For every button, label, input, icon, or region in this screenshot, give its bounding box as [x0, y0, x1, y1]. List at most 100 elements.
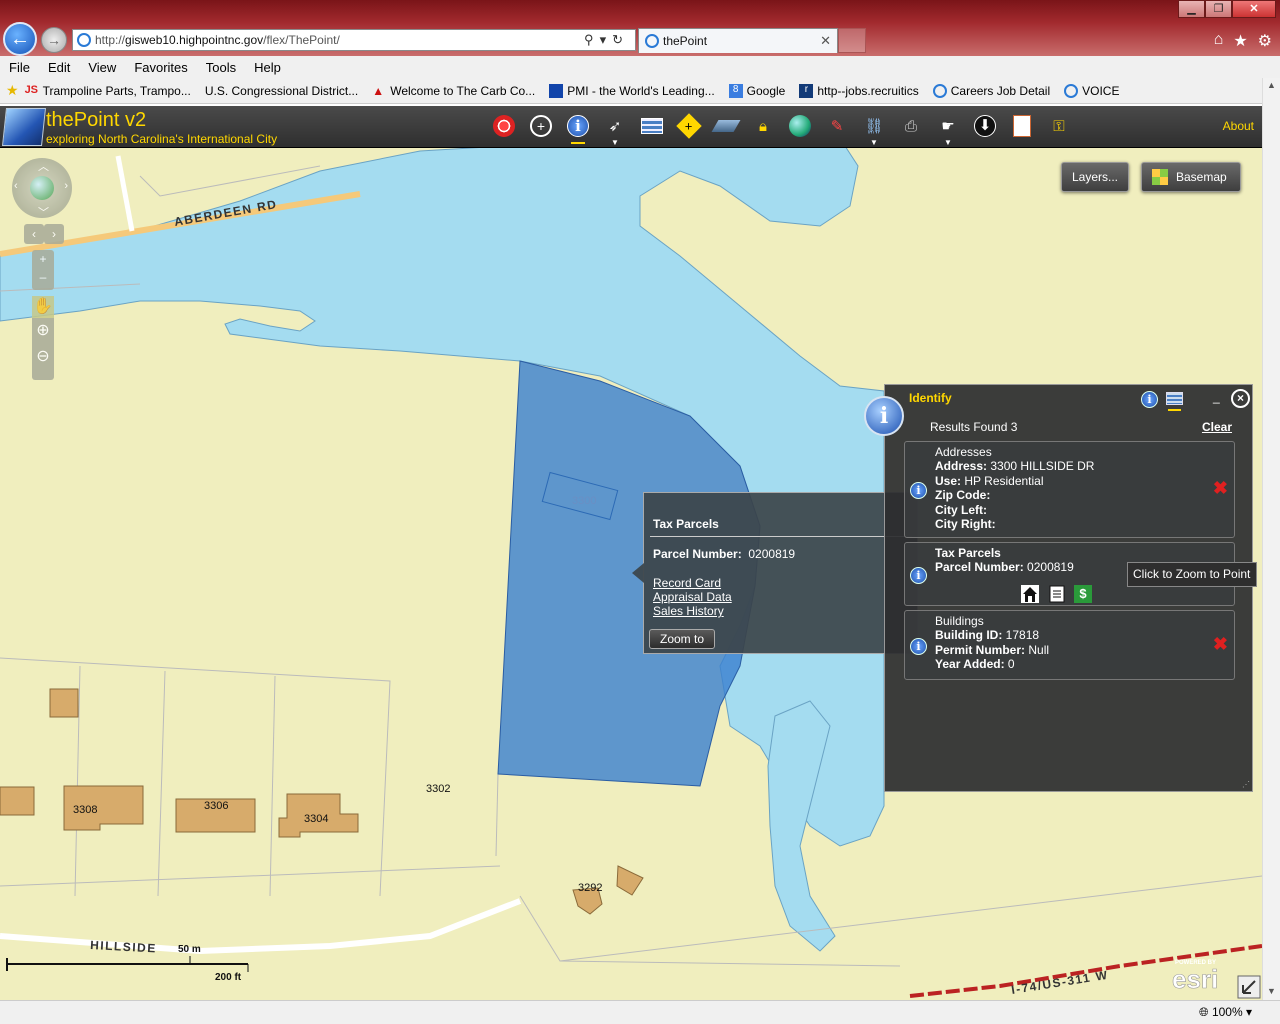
menu-file[interactable]: File — [0, 60, 39, 75]
menu-view[interactable]: View — [79, 60, 125, 75]
zoom-in-icon[interactable]: ⊕ — [32, 318, 54, 344]
sales-history-link[interactable]: Sales History — [653, 604, 732, 618]
menu-edit[interactable]: Edit — [39, 60, 79, 75]
remove-result-icon[interactable]: ✖ — [1213, 634, 1228, 655]
new-tab-button[interactable] — [838, 28, 866, 53]
hand-pointer-icon[interactable]: ☛ ▼ — [934, 112, 962, 147]
next-extent-icon[interactable]: › — [44, 224, 64, 244]
vertical-scrollbar[interactable]: ▲ ▼ — [1262, 78, 1280, 1000]
popup-pointer — [632, 563, 644, 583]
directions-icon[interactable]: + — [675, 112, 703, 140]
table-icon[interactable] — [638, 112, 666, 140]
print-icon[interactable]: ⎙ — [897, 112, 925, 140]
address-label: 3304 — [304, 813, 328, 825]
dollar-icon[interactable]: $ — [1074, 585, 1092, 603]
record-card-link[interactable]: Record Card — [653, 576, 732, 590]
download-icon[interactable]: ⬇ — [971, 112, 999, 140]
key-icon[interactable]: ⚿ — [1045, 112, 1073, 140]
lock-icon[interactable]: 🔒︎ — [749, 112, 777, 140]
favorite-link[interactable]: 8 Google — [728, 83, 785, 98]
address-actions: ⚲▾↻ — [584, 30, 629, 50]
menu-help[interactable]: Help — [245, 60, 290, 75]
layers-stack-icon[interactable] — [711, 112, 741, 140]
favorites-star-icon[interactable]: ★ — [1233, 31, 1247, 51]
favorite-link[interactable]: U.S. Congressional District... — [205, 84, 358, 98]
zoom-level[interactable]: 🌐︎ 100% ▾ — [1199, 1005, 1252, 1020]
info-icon[interactable]: i — [564, 112, 592, 144]
app-subtitle: exploring North Carolina's International… — [46, 132, 278, 146]
result-body: Addresses Address: 3300 HILLSIDE DR Use:… — [935, 445, 1095, 532]
esri-logo: esri — [1172, 964, 1218, 994]
cursor-icon[interactable]: ➶ ▼ — [601, 112, 629, 147]
minimize-icon[interactable]: _ — [1213, 390, 1220, 404]
pan-right-icon[interactable]: › — [64, 180, 68, 192]
favorite-link[interactable]: Careers Job Detail — [932, 83, 1050, 98]
pan-control[interactable]: ︿ ‹ › ﹀ — [12, 158, 72, 220]
zoom-to-button[interactable]: Zoom to — [649, 629, 716, 649]
previous-extent-icon[interactable]: ‹ — [24, 224, 44, 244]
crosshair-icon[interactable]: + — [527, 112, 555, 140]
minimize-button[interactable]: ▁ — [1178, 0, 1205, 18]
popup-links: Record Card Appraisal Data Sales History — [653, 576, 732, 618]
full-extent-globe-icon[interactable] — [30, 176, 54, 200]
pan-hand-icon[interactable]: ✋ — [32, 296, 54, 318]
about-link[interactable]: About — [1223, 119, 1254, 133]
table-icon[interactable] — [1166, 392, 1183, 411]
home-icon[interactable]: ⌂ — [1214, 31, 1224, 51]
favorite-link[interactable]: ▲ Welcome to The Carb Co... — [372, 84, 535, 98]
pan-left-icon[interactable]: ‹ — [14, 180, 18, 192]
layers-button[interactable]: Layers... — [1061, 162, 1130, 192]
close-tab-icon[interactable]: ✕ — [820, 29, 831, 53]
result-item-addresses[interactable]: i Addresses Address: 3300 HILLSIDE DR Us… — [904, 441, 1235, 538]
result-item-buildings[interactable]: i Buildings Building ID: 17818 Permit Nu… — [904, 610, 1235, 680]
house-icon[interactable] — [1021, 585, 1039, 603]
pan-up-icon[interactable]: ︿ — [38, 158, 49, 174]
link-icon[interactable]: ⛓ ▼ — [860, 112, 888, 147]
popup-divider — [650, 536, 912, 537]
target-icon[interactable] — [490, 112, 518, 140]
appraisal-data-link[interactable]: Appraisal Data — [653, 590, 732, 604]
address-label: 3306 — [204, 800, 228, 812]
info-icon[interactable]: i — [1141, 391, 1158, 408]
url-prefix: http:// — [95, 33, 126, 47]
info-icon[interactable]: i — [910, 482, 927, 499]
settings-gear-icon[interactable]: ⚙ — [1258, 31, 1272, 51]
menu-favorites[interactable]: Favorites — [125, 60, 196, 75]
refresh-icon[interactable]: ↻ — [612, 32, 629, 47]
popup-parcel-row: Parcel Number: 0200819 — [653, 547, 795, 561]
scroll-down-icon[interactable]: ▼ — [1267, 986, 1276, 996]
dropdown-icon[interactable]: ▾ — [600, 32, 613, 47]
scroll-up-icon[interactable]: ▲ — [1267, 80, 1276, 90]
zoom-slider[interactable]: + – — [32, 250, 54, 290]
resize-grip-icon[interactable]: ⋰ — [1242, 780, 1250, 789]
search-icon[interactable]: ⚲ — [584, 32, 600, 47]
zoom-out-icon[interactable]: ⊖ — [32, 344, 54, 370]
close-window-button[interactable]: ✕ — [1232, 0, 1276, 18]
favorite-link[interactable]: VOICE — [1064, 83, 1119, 98]
document-icon[interactable] — [1048, 585, 1066, 603]
address-bar[interactable]: http://gisweb10.highpointnc.gov/flex/The… — [72, 29, 636, 51]
info-icon[interactable]: i — [910, 567, 927, 584]
globe-icon[interactable] — [786, 112, 814, 140]
popup-parcel-label: Parcel Number: — [653, 547, 742, 561]
info-icon[interactable]: i — [910, 638, 927, 655]
forward-button[interactable]: → — [41, 27, 67, 53]
menu-bar: File Edit View Favorites Tools Help — [0, 56, 1280, 78]
pan-down-icon[interactable]: ﹀ — [38, 204, 49, 220]
maximize-button[interactable]: ❐ — [1205, 0, 1232, 18]
favorites-bar: ★ JS Trampoline Parts, Trampo... U.S. Con… — [0, 78, 1280, 104]
favorite-link[interactable]: r http--jobs.recruitics — [799, 83, 919, 98]
draw-tools-icon[interactable]: ✎ — [823, 112, 851, 140]
clear-button[interactable]: Clear — [1202, 420, 1232, 434]
report-icon[interactable] — [1008, 112, 1036, 140]
remove-result-icon[interactable]: ✖ — [1213, 478, 1228, 499]
address-label: 3300 — [572, 495, 596, 507]
menu-tools[interactable]: Tools — [197, 60, 245, 75]
basemap-button[interactable]: Basemap — [1141, 162, 1241, 192]
tab-thepoint[interactable]: thePoint ✕ — [638, 28, 838, 53]
favorite-link[interactable]: JS Trampoline Parts, Trampo... — [25, 84, 191, 98]
favorites-star-icon[interactable]: ★ — [6, 82, 19, 99]
close-icon[interactable]: × — [1231, 389, 1250, 408]
back-button[interactable]: ← — [3, 22, 37, 56]
favorite-link[interactable]: PMI - the World's Leading... — [549, 83, 715, 98]
